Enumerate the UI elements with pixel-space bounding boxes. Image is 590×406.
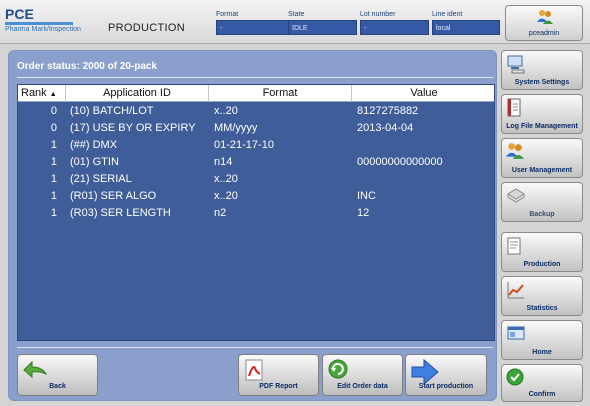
cell-application-id: (R03) SER LENGTH <box>70 207 171 219</box>
app-logo-subtitle: Pharma Mark/Inspection <box>5 26 81 33</box>
logo-underline <box>5 22 73 25</box>
panel-divider-bottom <box>17 347 493 348</box>
cell-format: x..20 <box>214 105 238 117</box>
column-header-rank-label: Rank <box>21 87 47 99</box>
home-label: Home <box>532 349 552 356</box>
state-value: IDLE <box>288 20 357 35</box>
table-row[interactable]: 0 (10) BATCH/LOT x..20 8127275882 <box>18 103 494 120</box>
application-id-table[interactable]: Rank ▲ Application ID Format Value 0 (10… <box>17 84 495 341</box>
cell-format: x..20 <box>214 173 238 185</box>
backup-label: Backup <box>529 211 555 218</box>
users-icon <box>537 9 553 30</box>
app-logo: PCE <box>5 6 34 22</box>
backup-button[interactable]: Backup <box>501 182 583 222</box>
cell-rank: 1 <box>50 156 57 168</box>
table-row[interactable]: 1 (R03) SER LENGTH n2 12 <box>18 205 494 222</box>
back-label: Back <box>49 383 66 390</box>
sort-ascending-icon: ▲ <box>49 91 57 98</box>
user-name: pceadmin <box>528 30 560 37</box>
pdf-report-button[interactable]: PDF Report <box>238 354 319 396</box>
back-button[interactable]: Back <box>17 354 98 396</box>
column-header-value[interactable]: Value <box>352 85 494 102</box>
edit-order-data-label: Edit Order data <box>337 383 388 390</box>
refresh-icon <box>327 358 349 385</box>
log-file-management-button[interactable]: Log File Management <box>501 94 583 134</box>
cell-application-id: (01) GTIN <box>70 156 119 168</box>
log-file-management-label: Log File Management <box>506 123 578 130</box>
line-ident-label: Line ident <box>432 11 463 18</box>
user-management-button[interactable]: User Management <box>501 138 583 178</box>
back-arrow-icon <box>22 358 48 383</box>
cell-application-id: (R01) SER ALGO <box>70 190 157 202</box>
confirm-icon <box>506 368 524 391</box>
users-icon <box>506 142 524 165</box>
home-icon <box>506 324 526 347</box>
cell-rank: 0 <box>50 122 57 134</box>
table-row[interactable]: 1 (R01) SER ALGO x..20 INC <box>18 188 494 205</box>
cell-format: n14 <box>214 156 233 168</box>
state-field: State IDLE <box>288 9 357 35</box>
column-header-application-id[interactable]: Application ID <box>66 85 209 102</box>
home-button[interactable]: Home <box>501 320 583 360</box>
cell-value: 2013-04-04 <box>357 122 414 134</box>
cell-value: 00000000000000 <box>357 156 443 168</box>
column-header-format[interactable]: Format <box>209 85 352 102</box>
table-row[interactable]: 0 (17) USE BY OR EXPIRY MM/yyyy 2013-04-… <box>18 120 494 137</box>
cell-value: INC <box>357 190 376 202</box>
cell-value: 12 <box>357 207 370 219</box>
line-ident-value: local <box>432 20 500 35</box>
cell-application-id: (##) DMX <box>70 139 118 151</box>
cell-application-id: (21) SERIAL <box>70 173 132 185</box>
pdf-report-label: PDF Report <box>259 383 298 390</box>
cell-rank: 1 <box>50 173 57 185</box>
statistics-icon <box>506 280 526 305</box>
production-button[interactable]: Production <box>501 232 583 272</box>
line-ident-field: Line ident local <box>432 9 500 35</box>
cell-rank: 1 <box>50 207 57 219</box>
production-label: Production <box>523 261 561 268</box>
table-header: Rank ▲ Application ID Format Value <box>18 85 494 102</box>
cell-value: 8127275882 <box>357 105 419 117</box>
cell-format: x..20 <box>214 190 238 202</box>
confirm-button[interactable]: Confirm <box>501 364 583 402</box>
table-row[interactable]: 1 (21) SERIAL x..20 <box>18 171 494 188</box>
cell-rank: 1 <box>50 190 57 202</box>
computer-icon <box>506 54 526 79</box>
cell-rank: 0 <box>50 105 57 117</box>
cell-format: n2 <box>214 207 227 219</box>
statistics-button[interactable]: Statistics <box>501 276 583 316</box>
system-settings-button[interactable]: System Settings <box>501 50 583 90</box>
page-title: PRODUCTION <box>108 22 185 34</box>
confirm-label: Confirm <box>528 391 556 398</box>
lot-number-label: Lot number <box>360 11 396 18</box>
start-production-button[interactable]: Start production <box>405 354 487 396</box>
backup-icon <box>506 186 526 209</box>
edit-order-data-button[interactable]: Edit Order data <box>322 354 403 396</box>
state-label: State <box>288 11 305 18</box>
user-management-label: User Management <box>511 167 573 174</box>
cell-application-id: (10) BATCH/LOT <box>70 105 154 117</box>
logfile-icon <box>506 98 522 123</box>
lot-number-value: - <box>360 20 429 35</box>
table-row[interactable]: 1 (01) GTIN n14 00000000000000 <box>18 154 494 171</box>
cell-rank: 1 <box>50 139 57 151</box>
cell-format: MM/yyyy <box>214 122 258 134</box>
start-production-label: Start production <box>418 383 474 390</box>
user-button[interactable]: pceadmin <box>505 5 583 41</box>
order-status-title: Order status: 2000 of 20-pack <box>17 61 158 72</box>
column-header-rank[interactable]: Rank ▲ <box>18 85 66 102</box>
system-settings-label: System Settings <box>514 79 570 86</box>
lot-number-field: Lot number - <box>360 9 429 35</box>
table-row[interactable]: 1 (##) DMX 01-21-17-10 <box>18 137 494 154</box>
cell-format: 01-21-17-10 <box>214 139 274 151</box>
order-panel: Order status: 2000 of 20-pack Rank ▲ App… <box>8 50 497 401</box>
panel-divider-top <box>17 77 493 78</box>
header-bar: PCE Pharma Mark/Inspection PRODUCTION Fo… <box>0 0 590 44</box>
cell-application-id: (17) USE BY OR EXPIRY <box>70 122 196 134</box>
production-icon <box>506 236 522 261</box>
statistics-label: Statistics <box>526 305 558 312</box>
